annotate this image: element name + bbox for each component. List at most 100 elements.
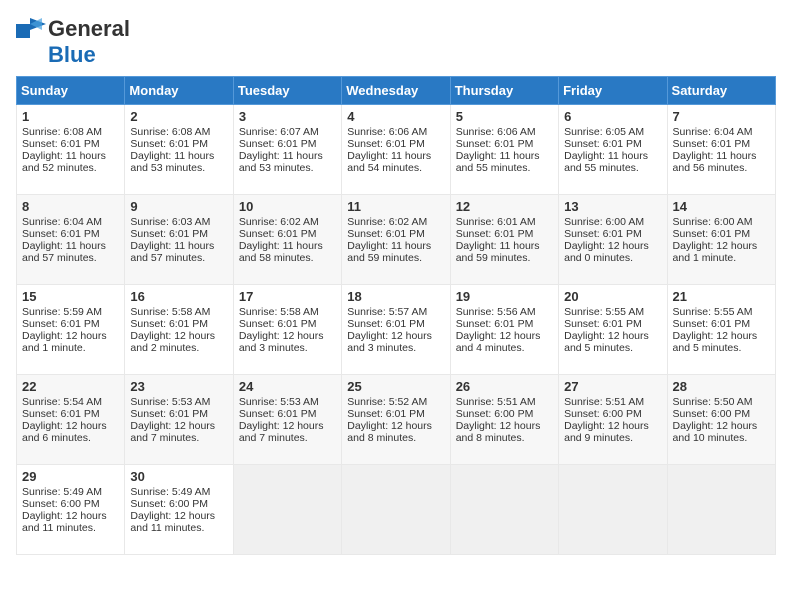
day-info: Sunrise: 5:49 AM	[130, 486, 227, 498]
logo-blue-text: Blue	[48, 42, 96, 68]
day-info: Daylight: 12 hours and 6 minutes.	[22, 420, 119, 444]
day-info: Sunrise: 6:04 AM	[673, 126, 770, 138]
day-info: Sunset: 6:01 PM	[564, 228, 661, 240]
day-info: Daylight: 12 hours and 3 minutes.	[347, 330, 444, 354]
day-number: 28	[673, 379, 770, 394]
calendar-cell: 11Sunrise: 6:02 AMSunset: 6:01 PMDayligh…	[342, 195, 450, 285]
day-info: Sunrise: 5:54 AM	[22, 396, 119, 408]
day-info: Daylight: 11 hours and 57 minutes.	[130, 240, 227, 264]
day-info: Sunset: 6:01 PM	[456, 138, 553, 150]
day-info: Sunset: 6:00 PM	[22, 498, 119, 510]
calendar-cell: 30Sunrise: 5:49 AMSunset: 6:00 PMDayligh…	[125, 465, 233, 555]
calendar-cell: 10Sunrise: 6:02 AMSunset: 6:01 PMDayligh…	[233, 195, 341, 285]
day-info: Sunset: 6:01 PM	[456, 228, 553, 240]
calendar-cell: 3 Sunrise: 6:07 AMSunset: 6:01 PMDaylight…	[233, 105, 341, 195]
day-number: 6	[564, 109, 661, 124]
logo-general-text: General	[48, 16, 130, 42]
calendar-cell: 28Sunrise: 5:50 AMSunset: 6:00 PMDayligh…	[667, 375, 775, 465]
day-info: Sunset: 6:01 PM	[239, 138, 336, 150]
day-info: Sunset: 6:01 PM	[239, 408, 336, 420]
calendar-table: SundayMondayTuesdayWednesdayThursdayFrid…	[16, 76, 776, 555]
day-info: Sunset: 6:01 PM	[456, 318, 553, 330]
day-number: 2	[130, 109, 227, 124]
week-row-3: 15Sunrise: 5:59 AMSunset: 6:01 PMDayligh…	[17, 285, 776, 375]
day-info: Sunrise: 5:57 AM	[347, 306, 444, 318]
day-info: Sunset: 6:01 PM	[239, 318, 336, 330]
day-info: Sunset: 6:01 PM	[564, 318, 661, 330]
day-info: Daylight: 11 hours and 54 minutes.	[347, 150, 444, 174]
day-info: Sunrise: 5:53 AM	[130, 396, 227, 408]
day-info: Sunset: 6:01 PM	[564, 138, 661, 150]
day-number: 11	[347, 199, 444, 214]
day-number: 30	[130, 469, 227, 484]
day-info: Sunset: 6:01 PM	[22, 408, 119, 420]
day-info: Sunset: 6:01 PM	[347, 408, 444, 420]
day-number: 24	[239, 379, 336, 394]
day-number: 5	[456, 109, 553, 124]
day-info: Sunrise: 6:02 AM	[347, 216, 444, 228]
calendar-cell: 6Sunrise: 6:05 AMSunset: 6:01 PMDaylight…	[559, 105, 667, 195]
day-info: Sunrise: 6:06 AM	[456, 126, 553, 138]
week-row-5: 29Sunrise: 5:49 AMSunset: 6:00 PMDayligh…	[17, 465, 776, 555]
calendar-cell: 15Sunrise: 5:59 AMSunset: 6:01 PMDayligh…	[17, 285, 125, 375]
day-info: Sunrise: 6:08 AM	[22, 126, 119, 138]
column-header-saturday: Saturday	[667, 77, 775, 105]
day-info: Daylight: 11 hours and 53 minutes.	[239, 150, 336, 174]
day-number: 3	[239, 109, 336, 124]
calendar-cell: 19Sunrise: 5:56 AMSunset: 6:01 PMDayligh…	[450, 285, 558, 375]
day-info: Daylight: 12 hours and 0 minutes.	[564, 240, 661, 264]
day-info: Sunrise: 6:08 AM	[130, 126, 227, 138]
day-info: Daylight: 11 hours and 55 minutes.	[564, 150, 661, 174]
day-info: Sunrise: 6:03 AM	[130, 216, 227, 228]
column-header-wednesday: Wednesday	[342, 77, 450, 105]
day-info: Daylight: 11 hours and 52 minutes.	[22, 150, 119, 174]
calendar-cell	[233, 465, 341, 555]
day-info: Sunrise: 6:06 AM	[347, 126, 444, 138]
day-info: Daylight: 12 hours and 7 minutes.	[130, 420, 227, 444]
day-number: 22	[22, 379, 119, 394]
day-info: Daylight: 12 hours and 5 minutes.	[564, 330, 661, 354]
day-info: Sunset: 6:01 PM	[673, 228, 770, 240]
day-info: Sunrise: 5:53 AM	[239, 396, 336, 408]
day-info: Daylight: 12 hours and 7 minutes.	[239, 420, 336, 444]
day-number: 26	[456, 379, 553, 394]
day-number: 9	[130, 199, 227, 214]
calendar-cell: 21Sunrise: 5:55 AMSunset: 6:01 PMDayligh…	[667, 285, 775, 375]
day-info: Sunset: 6:01 PM	[239, 228, 336, 240]
day-info: Sunrise: 5:56 AM	[456, 306, 553, 318]
day-info: Sunrise: 6:07 AM	[239, 126, 336, 138]
day-number: 15	[22, 289, 119, 304]
day-info: Daylight: 12 hours and 8 minutes.	[347, 420, 444, 444]
calendar-cell: 14Sunrise: 6:00 AMSunset: 6:01 PMDayligh…	[667, 195, 775, 285]
column-header-thursday: Thursday	[450, 77, 558, 105]
day-number: 19	[456, 289, 553, 304]
day-info: Sunrise: 6:02 AM	[239, 216, 336, 228]
day-number: 23	[130, 379, 227, 394]
day-info: Sunrise: 6:04 AM	[22, 216, 119, 228]
day-number: 8	[22, 199, 119, 214]
day-info: Daylight: 11 hours and 59 minutes.	[347, 240, 444, 264]
page-header: General Blue	[16, 16, 776, 68]
calendar-cell: 27Sunrise: 5:51 AMSunset: 6:00 PMDayligh…	[559, 375, 667, 465]
day-info: Sunset: 6:01 PM	[22, 228, 119, 240]
column-header-friday: Friday	[559, 77, 667, 105]
day-number: 29	[22, 469, 119, 484]
day-info: Sunrise: 6:00 AM	[673, 216, 770, 228]
day-info: Sunset: 6:00 PM	[673, 408, 770, 420]
calendar-cell	[342, 465, 450, 555]
day-info: Daylight: 11 hours and 56 minutes.	[673, 150, 770, 174]
calendar-cell: 1Sunrise: 6:08 AMSunset: 6:01 PMDaylight…	[17, 105, 125, 195]
week-row-4: 22Sunrise: 5:54 AMSunset: 6:01 PMDayligh…	[17, 375, 776, 465]
day-info: Daylight: 11 hours and 57 minutes.	[22, 240, 119, 264]
day-info: Sunrise: 5:58 AM	[239, 306, 336, 318]
day-info: Sunset: 6:00 PM	[456, 408, 553, 420]
calendar-cell: 7Sunrise: 6:04 AMSunset: 6:01 PMDaylight…	[667, 105, 775, 195]
calendar-cell: 22 Sunrise: 5:54 AMSunset: 6:01 PMDayligh…	[17, 375, 125, 465]
calendar-cell	[667, 465, 775, 555]
day-info: Sunrise: 5:55 AM	[673, 306, 770, 318]
logo-icon	[16, 18, 46, 40]
day-info: Sunrise: 5:51 AM	[456, 396, 553, 408]
day-number: 21	[673, 289, 770, 304]
day-info: Sunrise: 5:52 AM	[347, 396, 444, 408]
day-number: 20	[564, 289, 661, 304]
